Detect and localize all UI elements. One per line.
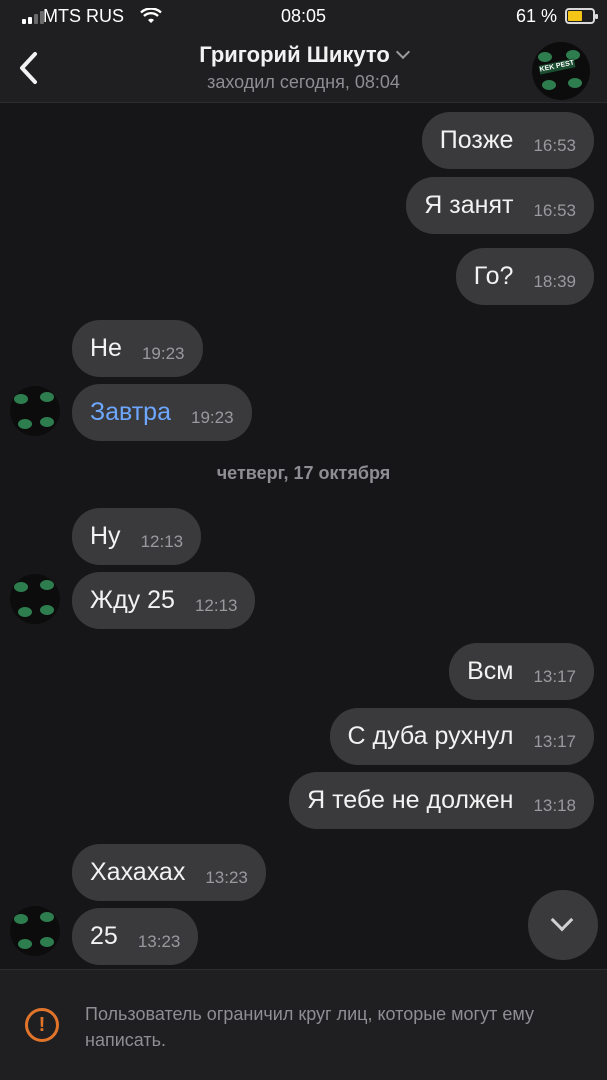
message-text: С дуба рухнул: [347, 722, 514, 750]
chevron-down-icon: [395, 44, 410, 60]
message-bubble-incoming[interactable]: Жду 25 12:13: [72, 572, 256, 629]
contact-name-text: Григорий Шикуто: [199, 42, 390, 67]
message-time: 13:23: [205, 867, 248, 887]
contact-name[interactable]: Григорий Шикуто: [199, 42, 410, 68]
message-link-text[interactable]: Завтра: [90, 398, 171, 427]
message-bubble-outgoing[interactable]: С дуба рухнул 13:17: [329, 708, 594, 765]
message-text: Жду 25: [90, 586, 175, 614]
message-text: 25: [90, 922, 118, 950]
sender-avatar[interactable]: [10, 386, 60, 436]
restriction-footer: ! Пользователь ограничил круг лиц, котор…: [0, 969, 607, 1080]
contact-avatar[interactable]: KEK PEST: [532, 42, 590, 100]
message-bubble-outgoing[interactable]: Я занят 16:53: [406, 177, 594, 234]
message-time: 13:23: [137, 931, 181, 951]
battery-icon: [565, 8, 598, 24]
top-bar: MTS RUS 08:05 61 % Григорий Шикуто заход…: [0, 0, 607, 103]
message-text: Ну: [90, 522, 121, 550]
chat-title-block[interactable]: Григорий Шикуто заходил сегодня, 08:04: [0, 42, 607, 93]
message-text: Я тебе не должен: [307, 786, 514, 814]
chevron-down-icon: [550, 908, 574, 932]
restriction-notice: Пользователь ограничил круг лиц, которые…: [85, 1004, 534, 1050]
date-separator: четверг, 17 октября: [216, 463, 391, 483]
message-text: Хахахах: [90, 858, 186, 886]
message-time: 16:53: [533, 200, 576, 220]
message-time: 13:17: [533, 731, 576, 751]
message-bubble-outgoing[interactable]: Я тебе не должен 13:18: [289, 772, 594, 829]
message-text: Всм: [467, 657, 514, 685]
message-bubble-incoming[interactable]: Завтра 19:23: [72, 384, 252, 441]
status-bar: MTS RUS 08:05 61 %: [0, 6, 607, 28]
message-text: Позже: [439, 126, 514, 154]
message-bubble-outgoing[interactable]: Позже 16:53: [421, 112, 594, 169]
message-text: Я занят: [424, 191, 514, 219]
message-bubble-incoming[interactable]: 25 13:23: [72, 908, 199, 965]
message-time: 16:53: [533, 135, 576, 155]
message-time: 12:13: [194, 595, 238, 615]
message-text: Не: [90, 334, 122, 362]
message-time: 13:17: [533, 666, 576, 686]
exclamation-circle-icon: !: [25, 1008, 59, 1042]
sender-avatar[interactable]: [10, 906, 60, 956]
battery-percent: 61 %: [515, 6, 557, 26]
last-seen-status: заходил сегодня, 08:04: [207, 72, 400, 92]
scroll-to-bottom-button[interactable]: [528, 890, 598, 960]
message-time: 12:13: [140, 531, 184, 551]
message-text: Го?: [473, 262, 514, 290]
message-time: 19:23: [191, 407, 234, 427]
message-bubble-incoming[interactable]: Не 19:23: [72, 320, 203, 377]
message-time: 18:39: [533, 271, 576, 291]
sender-avatar[interactable]: [10, 574, 60, 624]
message-time: 13:18: [533, 795, 576, 815]
message-time: 19:23: [141, 343, 185, 363]
message-bubble-incoming[interactable]: Ну 12:13: [72, 508, 202, 565]
message-bubble-incoming[interactable]: Хахахах 13:23: [72, 844, 266, 901]
message-bubble-outgoing[interactable]: Всм 13:17: [449, 643, 594, 700]
message-bubble-outgoing[interactable]: Го? 18:39: [455, 248, 594, 305]
